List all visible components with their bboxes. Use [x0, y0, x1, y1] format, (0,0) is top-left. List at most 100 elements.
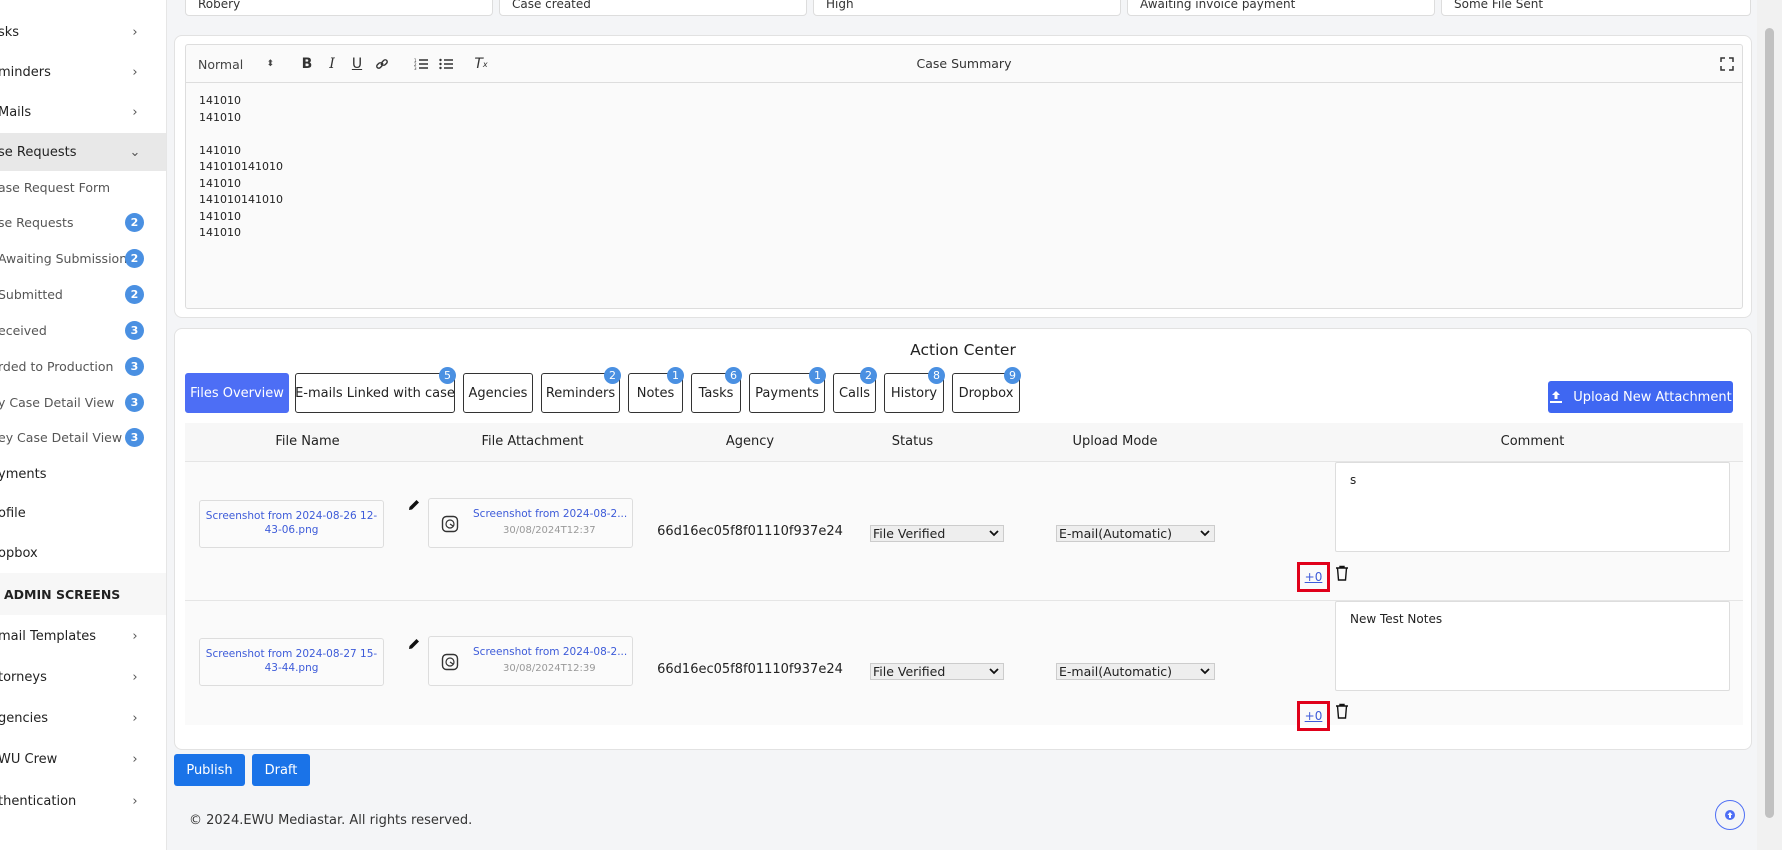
- sidebar-subitem-key-case-detail-view[interactable]: ey Case Detail View 3: [0, 422, 166, 452]
- chevron-down-icon: [1200, 668, 1210, 675]
- tab-calls[interactable]: Calls 2: [833, 367, 877, 413]
- add-comment-link[interactable]: +0: [1297, 562, 1330, 592]
- trash-icon[interactable]: [1335, 565, 1349, 581]
- editor-line: 141010: [199, 94, 241, 107]
- payment-status-field[interactable]: Awaiting invoice payment: [1127, 0, 1435, 16]
- count-badge: 3: [125, 356, 144, 376]
- tab-payments[interactable]: Payments 1: [749, 367, 826, 413]
- upload-new-attachment-button[interactable]: Upload New Attachment: [1548, 381, 1733, 413]
- case-type-field[interactable]: Robery: [185, 0, 493, 16]
- comment-text: New Test Notes: [1350, 612, 1443, 626]
- scroll-to-top-button[interactable]: [1715, 800, 1745, 830]
- file-name-card[interactable]: Screenshot from 2024-08-26 12-43-06.png: [199, 500, 384, 548]
- column-header-upload-mode: Upload Mode: [1072, 434, 1158, 449]
- file-attachment-card[interactable]: Screenshot from 2024-08-2... 30/08/2024T…: [428, 498, 633, 548]
- editor-line: 141010: [199, 176, 241, 190]
- tab-files-overview[interactable]: Files Overview: [185, 373, 289, 413]
- pencil-icon[interactable]: [407, 498, 421, 512]
- attachment-link[interactable]: Screenshot from 2024-08-2...: [473, 646, 627, 658]
- tab-agencies[interactable]: Agencies: [463, 373, 533, 413]
- upload-icon: [1550, 391, 1563, 403]
- sidebar-item-dropbox[interactable]: opbox: [0, 534, 166, 572]
- file-name-link[interactable]: Screenshot from 2024-08-27 15-43-44.png: [206, 648, 377, 674]
- column-header-status: Status: [891, 434, 934, 449]
- chevron-right-icon: ›: [132, 751, 138, 767]
- case-status-field[interactable]: Case created: [499, 0, 807, 16]
- file-attachment-card[interactable]: Screenshot from 2024-08-2... 30/08/2024T…: [428, 636, 633, 686]
- comment-textarea[interactable]: s: [1335, 462, 1730, 552]
- sidebar-item-profile[interactable]: ofile: [0, 494, 166, 532]
- add-comment-link[interactable]: +0: [1297, 701, 1330, 731]
- priority-field[interactable]: High: [813, 0, 1121, 16]
- file-name-link[interactable]: Screenshot from 2024-08-26 12-43-06.png: [206, 510, 377, 536]
- agency-id: 66d16ec05f8f01110f937e24: [657, 524, 843, 539]
- tab-tasks[interactable]: Tasks 6: [691, 367, 742, 413]
- image-file-icon: [441, 515, 459, 533]
- footer-copyright: © 2024.EWU Mediastar. All rights reserve…: [189, 813, 473, 828]
- file-name-card[interactable]: Screenshot from 2024-08-27 15-43-44.png: [199, 638, 384, 686]
- editor-line: 141010141010: [199, 160, 283, 173]
- sidebar-item-label: ase Request Form: [0, 179, 111, 195]
- chevron-right-icon: ›: [132, 64, 138, 80]
- sidebar-subitem-case-requests[interactable]: se Requests 2: [0, 207, 166, 237]
- tab-reminders[interactable]: Reminders 2: [541, 367, 621, 413]
- publish-button[interactable]: Publish: [174, 754, 245, 786]
- upload-mode-select[interactable]: E-mail(Automatic): [1056, 525, 1215, 542]
- scrollbar-thumb[interactable]: [1765, 28, 1774, 818]
- comment-text: s: [1350, 473, 1357, 487]
- sidebar-subitem-forwarded-to-production[interactable]: rded to Production 3: [0, 351, 166, 381]
- status-select[interactable]: File Verified: [870, 663, 1004, 680]
- sidebar-item-tasks[interactable]: sks ›: [0, 13, 166, 51]
- sidebar-item-emails[interactable]: Mails ›: [0, 93, 166, 131]
- tab-label: Notes: [636, 385, 675, 401]
- page-scrollbar[interactable]: [1757, 0, 1782, 850]
- sidebar-item-label: eceived: [0, 322, 47, 338]
- status-select[interactable]: File Verified: [870, 525, 1004, 542]
- editor-toolbar: Normal ⬍ B I U 123 Tx Case Summary: [186, 45, 1742, 83]
- chevron-right-icon: ›: [132, 24, 138, 40]
- attachment-date: 30/08/2024T12:37: [503, 525, 596, 536]
- tab-badge: 1: [809, 367, 826, 384]
- sidebar-item-email-templates[interactable]: mail Templates ›: [0, 617, 166, 655]
- sidebar-subitem-awaiting-submission[interactable]: Awaiting Submission 2: [0, 243, 166, 273]
- sidebar-item-authentication[interactable]: thentication ›: [0, 782, 166, 820]
- action-center-panel: Action Center Files Overview E-mails Lin…: [174, 328, 1752, 750]
- upload-mode-select-value: E-mail(Automatic): [1059, 526, 1173, 541]
- editor-line: 141010: [199, 209, 241, 223]
- upload-mode-select[interactable]: E-mail(Automatic): [1056, 663, 1215, 680]
- sidebar-item-ewu-crew[interactable]: WU Crew ›: [0, 740, 166, 778]
- count-badge: 3: [125, 392, 144, 412]
- attachment-link[interactable]: Screenshot from 2024-08-2...: [473, 508, 627, 520]
- comment-textarea[interactable]: New Test Notes: [1335, 601, 1730, 691]
- sidebar-item-label: Awaiting Submission: [0, 250, 128, 266]
- tab-notes[interactable]: Notes 1: [628, 367, 684, 413]
- tab-emails-linked[interactable]: E-mails Linked with case 5: [295, 367, 456, 413]
- sidebar-item-label: se Requests: [0, 144, 77, 160]
- status-select-value: File Verified: [873, 664, 946, 679]
- sidebar-item-payments[interactable]: yments: [0, 455, 166, 493]
- trash-icon[interactable]: [1335, 703, 1349, 719]
- upload-mode-select-value: E-mail(Automatic): [1059, 664, 1173, 679]
- sidebar-item-label: thentication: [0, 793, 77, 809]
- sidebar-subitem-received[interactable]: eceived 3: [0, 315, 166, 345]
- sidebar-item-agencies[interactable]: gencies ›: [0, 699, 166, 737]
- tab-label: Calls: [838, 385, 871, 401]
- tab-label: Files Overview: [190, 385, 284, 401]
- draft-button[interactable]: Draft: [252, 754, 310, 786]
- sidebar-item-reminders[interactable]: minders ›: [0, 53, 166, 91]
- sidebar-subitem-case-detail-view[interactable]: y Case Detail View 3: [0, 387, 166, 417]
- tab-history[interactable]: History 8: [884, 367, 945, 413]
- sidebar-subitem-submitted[interactable]: Submitted 2: [0, 279, 166, 309]
- sidebar-subitem-case-request-form[interactable]: ase Request Form: [0, 172, 166, 202]
- tab-dropbox[interactable]: Dropbox 9: [952, 367, 1021, 413]
- count-badge: 2: [125, 284, 144, 304]
- rich-text-editor[interactable]: Normal ⬍ B I U 123 Tx Case Summary 14101…: [185, 44, 1743, 309]
- sidebar-item-case-requests[interactable]: se Requests ⌄: [0, 133, 166, 171]
- pencil-icon[interactable]: [407, 637, 421, 651]
- file-status-field[interactable]: Some File Sent: [1441, 0, 1751, 16]
- fullscreen-icon[interactable]: [1720, 56, 1734, 71]
- column-header-agency: Agency: [725, 434, 775, 449]
- sidebar-item-attorneys[interactable]: torneys ›: [0, 658, 166, 696]
- editor-content[interactable]: 141010 141010 141010 141010141010 141010…: [199, 93, 283, 242]
